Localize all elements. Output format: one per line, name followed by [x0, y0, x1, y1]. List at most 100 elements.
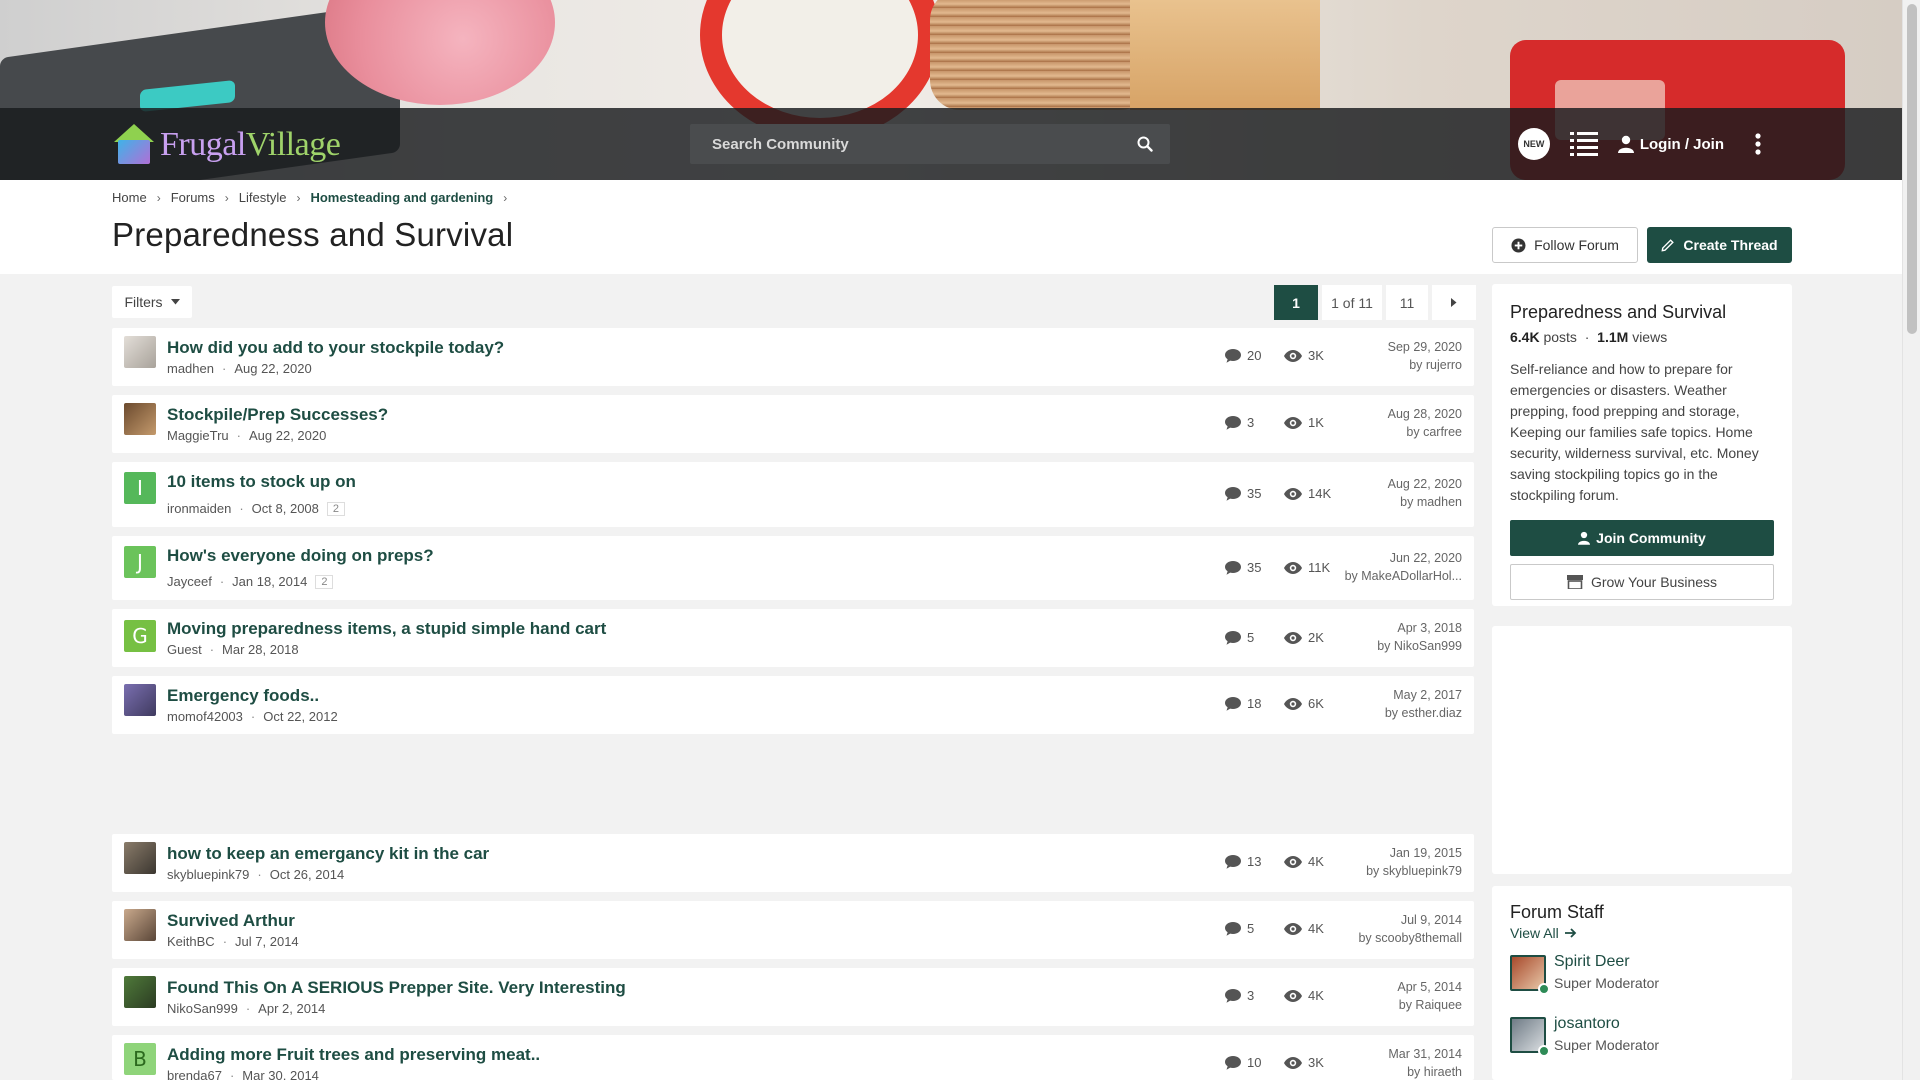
- thread-title[interactable]: Survived Arthur: [167, 911, 295, 931]
- create-thread-button[interactable]: Create Thread: [1647, 227, 1792, 263]
- kebab-icon[interactable]: [1744, 130, 1772, 158]
- eye-icon: [1284, 989, 1302, 1002]
- thread-author[interactable]: Jayceef: [167, 574, 212, 589]
- thread-date: Jan 18, 2014: [232, 574, 308, 589]
- thread-author-avatar: [124, 909, 156, 941]
- forum-about-card: Preparedness and Survival 6.4K posts · 1…: [1492, 284, 1792, 606]
- staff-name[interactable]: Spirit Deer: [1554, 953, 1630, 971]
- thread-author[interactable]: Guest: [167, 642, 202, 657]
- breadcrumb-lifestyle[interactable]: Lifestyle: [239, 190, 287, 205]
- scrollbar-thumb[interactable]: [1907, 4, 1917, 334]
- thread-title[interactable]: Found This On A SERIOUS Prepper Site. Ve…: [167, 978, 626, 998]
- last-poster[interactable]: by Raiquee: [1397, 996, 1462, 1014]
- page-button-last[interactable]: 11: [1386, 285, 1428, 320]
- eye-icon: [1284, 416, 1302, 429]
- last-post-info: Aug 28, 2020 by carfree: [1387, 407, 1462, 441]
- search-input[interactable]: [712, 135, 1134, 153]
- staff-member[interactable]: Spirit Deer Super Moderator: [1510, 953, 1774, 1003]
- thread-author-avatar: [124, 976, 156, 1008]
- thread-meta: Guest · Mar 28, 2018: [167, 642, 299, 657]
- thread-author-avatar: B: [124, 1043, 156, 1075]
- thread-author[interactable]: ironmaiden: [167, 501, 231, 516]
- forum-staff-title: Forum Staff: [1510, 902, 1604, 922]
- comment-icon: [1225, 988, 1241, 1003]
- thread-author[interactable]: brenda67: [167, 1068, 222, 1080]
- view-count: 14K: [1284, 486, 1331, 501]
- last-poster[interactable]: by rujerro: [1388, 356, 1462, 374]
- view-all-staff-link[interactable]: View All: [1510, 925, 1577, 941]
- grow-business-button[interactable]: Grow Your Business: [1510, 564, 1774, 600]
- page-button-current[interactable]: 1: [1274, 285, 1318, 320]
- staff-name[interactable]: josantoro: [1554, 1015, 1620, 1033]
- chevron-right-icon: ›: [296, 190, 301, 205]
- login-join-button[interactable]: Login / Join: [1617, 135, 1724, 153]
- thread-title[interactable]: how to keep an emergancy kit in the car: [167, 844, 489, 864]
- thread-title[interactable]: 10 items to stock up on: [167, 472, 356, 492]
- thread-title[interactable]: Moving preparedness items, a stupid simp…: [167, 619, 606, 639]
- comment-icon: [1225, 415, 1241, 430]
- last-post-info: Apr 5, 2014 by Raiquee: [1397, 980, 1462, 1014]
- thread-title[interactable]: Adding more Fruit trees and preserving m…: [167, 1045, 540, 1065]
- list-icon[interactable]: [1569, 130, 1598, 158]
- new-posts-icon[interactable]: NEW: [1517, 128, 1550, 160]
- thread-row[interactable]: G Moving preparedness items, a stupid si…: [112, 609, 1474, 667]
- thread-title[interactable]: How did you add to your stockpile today?: [167, 338, 504, 358]
- thread-author[interactable]: madhen: [167, 361, 214, 376]
- sidebar-ad-slot: [1492, 626, 1792, 874]
- breadcrumb-home[interactable]: Home: [112, 190, 147, 205]
- eye-icon: [1284, 561, 1302, 574]
- thread-author[interactable]: KeithBC: [167, 934, 215, 949]
- last-post-info: Jul 9, 2014 by scooby8themall: [1358, 913, 1462, 947]
- thread-page-link[interactable]: 2: [315, 574, 334, 589]
- last-poster[interactable]: by scooby8themall: [1358, 929, 1462, 947]
- last-poster[interactable]: by carfree: [1388, 423, 1462, 441]
- thread-row[interactable]: J How's everyone doing on preps? Jayceef…: [112, 536, 1474, 600]
- reply-count: 20: [1225, 348, 1261, 363]
- view-count: 3K: [1284, 1055, 1324, 1070]
- thread-row[interactable]: B Adding more Fruit trees and preserving…: [112, 1035, 1474, 1080]
- thread-author-avatar: G: [124, 620, 156, 652]
- thread-row[interactable]: How did you add to your stockpile today?…: [112, 328, 1474, 386]
- thread-title[interactable]: Emergency foods..: [167, 686, 319, 706]
- filters-dropdown[interactable]: Filters: [112, 286, 192, 318]
- thread-title[interactable]: How's everyone doing on preps?: [167, 546, 434, 566]
- logo-text: FrugalVillage: [160, 126, 341, 163]
- thread-row[interactable]: Stockpile/Prep Successes? MaggieTru · Aug …: [112, 395, 1474, 453]
- thread-page-link[interactable]: 2: [326, 501, 346, 516]
- last-poster[interactable]: by esther.diaz: [1385, 704, 1462, 722]
- thread-row[interactable]: how to keep an emergancy kit in the car …: [112, 834, 1474, 892]
- join-community-button[interactable]: Join Community: [1510, 520, 1774, 556]
- comment-icon: [1225, 1055, 1241, 1070]
- site-header: FrugalVillage NEW Login / Join: [0, 108, 1902, 180]
- thread-title[interactable]: Stockpile/Prep Successes?: [167, 405, 388, 425]
- thread-row[interactable]: I 10 items to stock up on ironmaiden · Oct…: [112, 462, 1474, 527]
- breadcrumb-forums[interactable]: Forums: [171, 190, 215, 205]
- last-poster[interactable]: by MakeADollarHol...: [1345, 567, 1462, 585]
- page-indicator[interactable]: 1 of 11: [1322, 285, 1382, 320]
- last-poster[interactable]: by NikoSan999: [1377, 637, 1462, 655]
- site-logo[interactable]: FrugalVillage: [112, 124, 341, 166]
- thread-author[interactable]: NikoSan999: [167, 1001, 238, 1016]
- forum-stats: 6.4K posts · 1.1M views: [1510, 329, 1668, 345]
- page-scrollbar[interactable]: [1902, 0, 1920, 1080]
- next-page-button[interactable]: [1432, 285, 1476, 320]
- follow-forum-button[interactable]: Follow Forum: [1492, 227, 1638, 263]
- breadcrumb-homesteading[interactable]: Homesteading and gardening: [310, 190, 493, 205]
- reply-count: 10: [1225, 1055, 1261, 1070]
- thread-author[interactable]: MaggieTru: [167, 428, 229, 443]
- last-poster[interactable]: by skybluepink79: [1366, 862, 1462, 880]
- thread-date: Apr 2, 2014: [258, 1001, 326, 1016]
- last-poster[interactable]: by hiraeth: [1388, 1063, 1462, 1080]
- thread-author[interactable]: skybluepink79: [167, 867, 249, 882]
- thread-row[interactable]: Survived Arthur KeithBC · Jul 7, 2014 5 4K…: [112, 901, 1474, 959]
- forum-title-area: Home › Forums › Lifestyle › Homesteading…: [0, 180, 1902, 274]
- thread-row[interactable]: Emergency foods.. momof42003 · Oct 22, 201…: [112, 676, 1474, 734]
- last-poster[interactable]: by madhen: [1388, 493, 1462, 511]
- forum-staff-card: Forum Staff View All Spirit Deer Super M…: [1492, 886, 1792, 1080]
- view-count: 4K: [1284, 854, 1324, 869]
- thread-meta: momof42003 · Oct 22, 2012: [167, 709, 338, 724]
- search-icon[interactable]: [1134, 133, 1156, 155]
- thread-row[interactable]: Found This On A SERIOUS Prepper Site. Ve…: [112, 968, 1474, 1026]
- thread-author[interactable]: momof42003: [167, 709, 243, 724]
- staff-member[interactable]: josantoro Super Moderator: [1510, 1015, 1774, 1065]
